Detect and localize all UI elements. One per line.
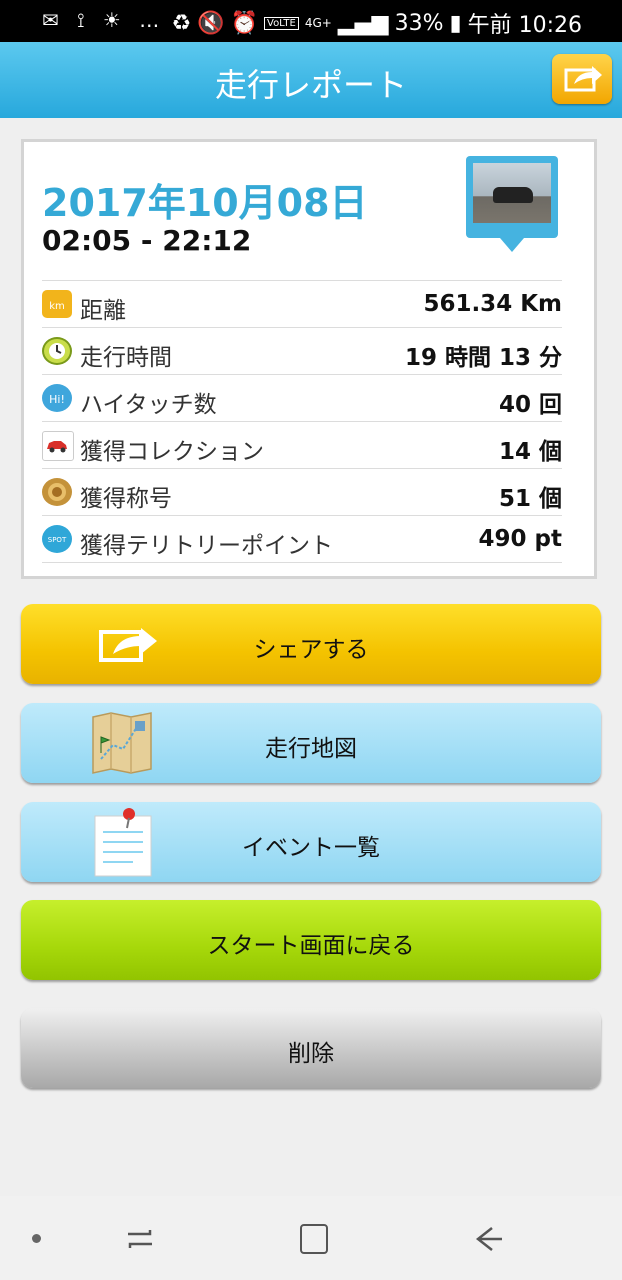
stat-value: 51 個 — [498, 486, 562, 512]
back-to-start-button-label: スタート画面に戻る — [207, 933, 415, 959]
share-button[interactable]: シェアする — [21, 604, 601, 684]
km-icon: km — [42, 290, 72, 318]
svg-text:km: km — [49, 301, 65, 312]
stat-value: 19 時間 13 分 — [404, 345, 562, 371]
stats-list: km 距離 561.34 Km 走行時間 19 時間 13 分 Hi! ハイタッ… — [42, 280, 562, 563]
car-icon — [42, 431, 74, 461]
stat-row-high-touch: Hi! ハイタッチ数 40 回 — [42, 374, 562, 421]
share-icon — [564, 66, 602, 92]
spot-icon: SPOT — [42, 525, 72, 553]
stat-value: 490 pt — [478, 526, 562, 552]
home-icon[interactable] — [300, 1224, 328, 1254]
delete-button-label: 削除 — [288, 1041, 334, 1067]
driving-map-button-label: 走行地図 — [265, 736, 357, 762]
stat-label: 走行時間 — [80, 345, 172, 371]
stat-row-distance: km 距離 561.34 Km — [42, 280, 562, 327]
battery-icon: ▮ — [449, 10, 462, 36]
volte-indicator: VoLTE — [264, 16, 299, 30]
hi-five-icon: Hi! — [42, 384, 72, 412]
car-photo[interactable] — [466, 156, 558, 238]
stat-label: 獲得称号 — [80, 486, 172, 512]
stat-value: 40 回 — [498, 392, 562, 418]
report-card: 2017年10月08日 02:05 - 22:12 km 距離 561.34 K… — [21, 139, 597, 579]
back-to-start-button[interactable]: スタート画面に戻る — [21, 900, 601, 980]
mute-icon: 🔇 — [197, 10, 225, 36]
report-time-range: 02:05 - 22:12 — [42, 224, 252, 257]
stat-label: 獲得コレクション — [80, 439, 264, 465]
network-indicator: 4G+ — [304, 16, 332, 30]
stat-label: 距離 — [80, 298, 126, 324]
app-bar: 走行レポート — [0, 42, 622, 118]
driving-map-button[interactable]: 走行地図 — [21, 703, 601, 783]
battery-saver-icon: ♻ — [171, 10, 192, 36]
delete-button[interactable]: 削除 — [21, 1008, 601, 1088]
event-list-button[interactable]: イベント一覧 — [21, 802, 601, 882]
stat-value: 14 個 — [498, 439, 562, 465]
share-button-label: シェアする — [253, 637, 369, 663]
event-list-button-label: イベント一覧 — [242, 835, 380, 861]
clock: 午前 10:26 — [467, 13, 582, 38]
status-right: ♻ 🔇 ⏰ VoLTE 4G+ ▂▄▆ 33% ▮ 午前 10:26 — [171, 7, 582, 39]
stat-row-collection: 獲得コレクション 14 個 — [42, 421, 562, 468]
recent-apps-icon[interactable] — [124, 1224, 156, 1254]
nav-dot-icon[interactable] — [32, 1234, 41, 1243]
photo-pin-tip — [500, 238, 524, 252]
battery-percent: 33% — [394, 10, 444, 36]
notification-icons: ✉ ⟟ ☀ … — [42, 8, 166, 32]
stat-label: ハイタッチ数 — [80, 392, 217, 418]
title-badge-icon — [42, 478, 72, 506]
svg-text:Hi!: Hi! — [49, 393, 65, 406]
clock-icon — [42, 337, 72, 365]
back-icon[interactable] — [472, 1222, 504, 1256]
stat-row-territory-points: SPOT 獲得テリトリーポイント 490 pt — [42, 515, 562, 563]
header-share-button[interactable] — [552, 54, 612, 104]
car-image — [473, 163, 551, 223]
stat-label: 獲得テリトリーポイント — [80, 533, 333, 559]
alarm-icon: ⏰ — [230, 10, 258, 36]
stat-row-drive-time: 走行時間 19 時間 13 分 — [42, 327, 562, 374]
stat-row-titles: 獲得称号 51 個 — [42, 468, 562, 515]
page-title: 走行レポート — [214, 66, 407, 104]
signal-icon: ▂▄▆ — [337, 10, 389, 36]
report-date: 2017年10月08日 — [42, 181, 368, 225]
status-bar: ✉ ⟟ ☀ … ♻ 🔇 ⏰ VoLTE 4G+ ▂▄▆ 33% ▮ 午前 10:… — [0, 0, 622, 42]
car-silhouette — [493, 187, 533, 203]
svg-text:SPOT: SPOT — [48, 536, 67, 544]
stat-value: 561.34 Km — [423, 291, 562, 317]
system-nav-bar — [0, 1196, 622, 1280]
